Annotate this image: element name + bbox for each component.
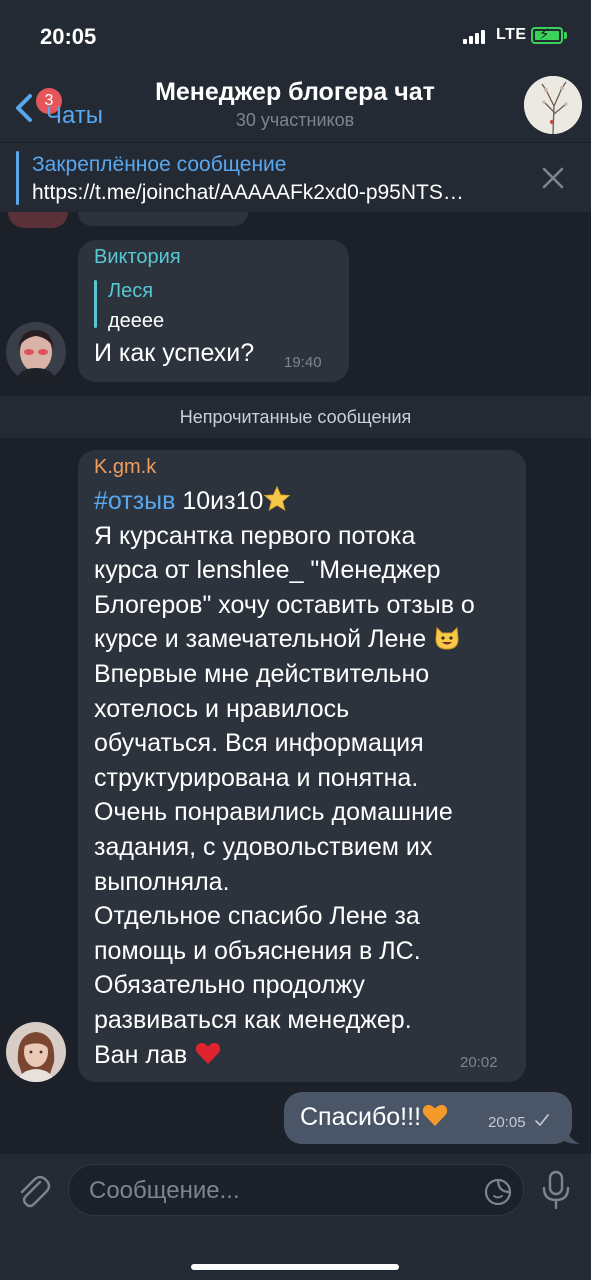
message-line: курсе и замечательной Лене	[94, 622, 514, 657]
reply-text[interactable]: деeee	[108, 310, 164, 333]
message-line: Обязательно продолжу	[94, 971, 365, 1000]
orange-heart-icon	[422, 1105, 448, 1127]
pinned-accent-bar	[16, 151, 19, 205]
close-icon[interactable]	[540, 165, 566, 191]
avatar[interactable]	[6, 1022, 66, 1082]
sticker-icon[interactable]	[483, 1177, 513, 1207]
branch-image	[524, 76, 582, 134]
check-icon	[535, 1114, 549, 1126]
message-bubble[interactable]: K.gm.k #отзыв 10из10 Я курсантка первого…	[78, 450, 526, 1082]
star-icon	[264, 486, 291, 512]
message-line: Ван лав	[94, 1038, 514, 1073]
message-line: Очень понравились домашние	[94, 798, 453, 827]
message-text: Спасибо!!!	[300, 1100, 449, 1135]
message-input-field[interactable]	[68, 1164, 524, 1216]
back-button[interactable]: 3 Чаты	[10, 84, 120, 129]
message-sender[interactable]: K.gm.k	[94, 456, 156, 479]
message-line-text: Спасибо!!!	[300, 1103, 422, 1131]
previous-avatar-edge	[8, 212, 68, 228]
chat-header: 3 Чаты Менеджер блогера чат 30 участнико…	[0, 70, 591, 142]
message-time: 20:05	[488, 1114, 526, 1131]
chat-title[interactable]: Менеджер блогера чат	[120, 78, 470, 107]
message-text: #отзыв 10из10 Я курсантка первого потока…	[94, 484, 514, 1072]
pinned-message[interactable]: Закреплённое сообщение https://t.me/join…	[0, 142, 591, 212]
charging-icon: ⚡	[539, 26, 550, 43]
message-time: 19:40	[284, 354, 322, 371]
message-sender[interactable]: Виктория	[94, 246, 181, 269]
group-avatar[interactable]	[524, 76, 582, 134]
reply-accent-bar	[94, 280, 97, 328]
message-line: обучаться. Вся информация	[94, 729, 424, 758]
hashtag-link[interactable]: #отзыв	[94, 487, 175, 515]
bubble-tail	[560, 1120, 580, 1144]
cat-smile-icon	[435, 626, 459, 650]
rating-text: 10из10	[182, 487, 264, 515]
message-line: развиваться как менеджер.	[94, 1005, 412, 1034]
previous-bubble-edge	[78, 212, 248, 226]
message-line: задания, с удовольствием их	[94, 832, 433, 861]
message-composer	[0, 1154, 591, 1280]
back-label: Чаты	[46, 102, 104, 129]
avatar[interactable]	[6, 322, 66, 382]
red-heart-icon	[195, 1042, 221, 1064]
message-line: структурирована и понятна.	[94, 763, 419, 792]
message-line: хотелось и нравилось	[94, 694, 350, 723]
message-bubble[interactable]: Виктория Леся деeee И как успехи? 19:40	[78, 240, 349, 382]
status-time: 20:05	[40, 24, 97, 49]
chevron-left-icon	[16, 94, 32, 122]
pinned-title: Закреплённое сообщение	[32, 153, 287, 176]
message-line: Блогеров" хочу оставить отзыв о	[94, 590, 475, 619]
message-line: Впервые мне действительно	[94, 659, 430, 688]
chat-subtitle: 30 участников	[235, 110, 355, 130]
outgoing-message-bubble[interactable]: Спасибо!!! 20:05	[284, 1092, 572, 1144]
message-text: И как успехи?	[94, 339, 255, 367]
message-line: #отзыв 10из10	[94, 484, 514, 519]
paperclip-icon[interactable]	[14, 1172, 52, 1210]
home-indicator[interactable]	[191, 1264, 399, 1270]
reply-sender[interactable]: Леся	[108, 280, 153, 303]
message-time: 20:02	[460, 1054, 498, 1071]
message-line: Я курсантка первого потока	[94, 521, 416, 550]
unread-separator: Непрочитанные сообщения	[0, 396, 591, 438]
message-line: помощь и объяснения в ЛС.	[94, 936, 421, 965]
message-line-text: Ван лав	[94, 1040, 188, 1069]
microphone-icon[interactable]	[538, 1170, 574, 1210]
message-line: Отдельное спасибо Лене за	[94, 902, 420, 931]
message-line: выполняла.	[94, 867, 230, 896]
network-label: LTE	[496, 26, 527, 43]
signal-icon	[463, 30, 489, 44]
message-line-text: курсе и замечательной Лене	[94, 625, 427, 654]
user-photo	[6, 1022, 66, 1082]
pinned-text: https://t.me/joinchat/AAAAAFk2xd0-p95NTS…	[32, 181, 464, 204]
battery-tip	[564, 32, 567, 39]
user-photo	[6, 322, 66, 382]
status-bar: 20:05 LTE ⚡	[0, 0, 591, 70]
message-input[interactable]	[89, 1175, 469, 1207]
message-line: курса от lenshlee_ "Менеджер	[94, 556, 441, 585]
